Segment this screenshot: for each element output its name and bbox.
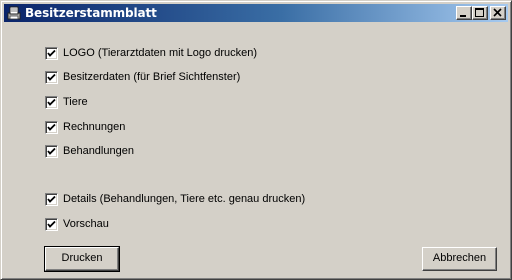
preview-checkbox[interactable] [45,218,58,231]
dialog-window: Besitzerstammblatt LOGO (Tierarztdaten m… [0,0,512,280]
check-icon [47,123,56,131]
logo-label: LOGO (Tierarztdaten mit Logo drucken) [63,47,258,59]
app-icon [6,5,22,21]
check-icon [47,195,56,203]
maximize-icon [475,8,484,17]
check-icon [47,98,56,106]
details-checkbox[interactable] [45,193,58,206]
check-icon [47,147,56,155]
logo-checkbox[interactable] [45,47,58,60]
window-title: Besitzerstammblatt [25,6,157,20]
print-button[interactable]: Drucken [44,246,120,272]
treatments-checkbox[interactable] [45,145,58,158]
check-icon [47,220,56,228]
check-icon [47,49,56,57]
preview-label: Vorschau [63,218,109,230]
animals-checkbox[interactable] [45,96,58,109]
close-button[interactable] [490,6,506,20]
treatments-label: Behandlungen [63,145,134,157]
title-bar[interactable]: Besitzerstammblatt [4,4,508,22]
details-label: Details (Behandlungen, Tiere etc. genau … [63,193,306,205]
animals-label: Tiere [63,96,88,108]
invoices-label: Rechnungen [63,121,126,133]
owner-data-label: Besitzerdaten (für Brief Sichtfenster) [63,71,241,83]
close-icon [493,8,502,17]
minimize-button[interactable] [456,6,472,20]
invoices-checkbox[interactable] [45,121,58,134]
cancel-button[interactable]: Abbrechen [422,247,497,271]
owner-data-checkbox[interactable] [45,71,58,84]
check-icon [47,73,56,81]
minimize-icon [460,15,466,17]
maximize-button[interactable] [472,6,488,20]
